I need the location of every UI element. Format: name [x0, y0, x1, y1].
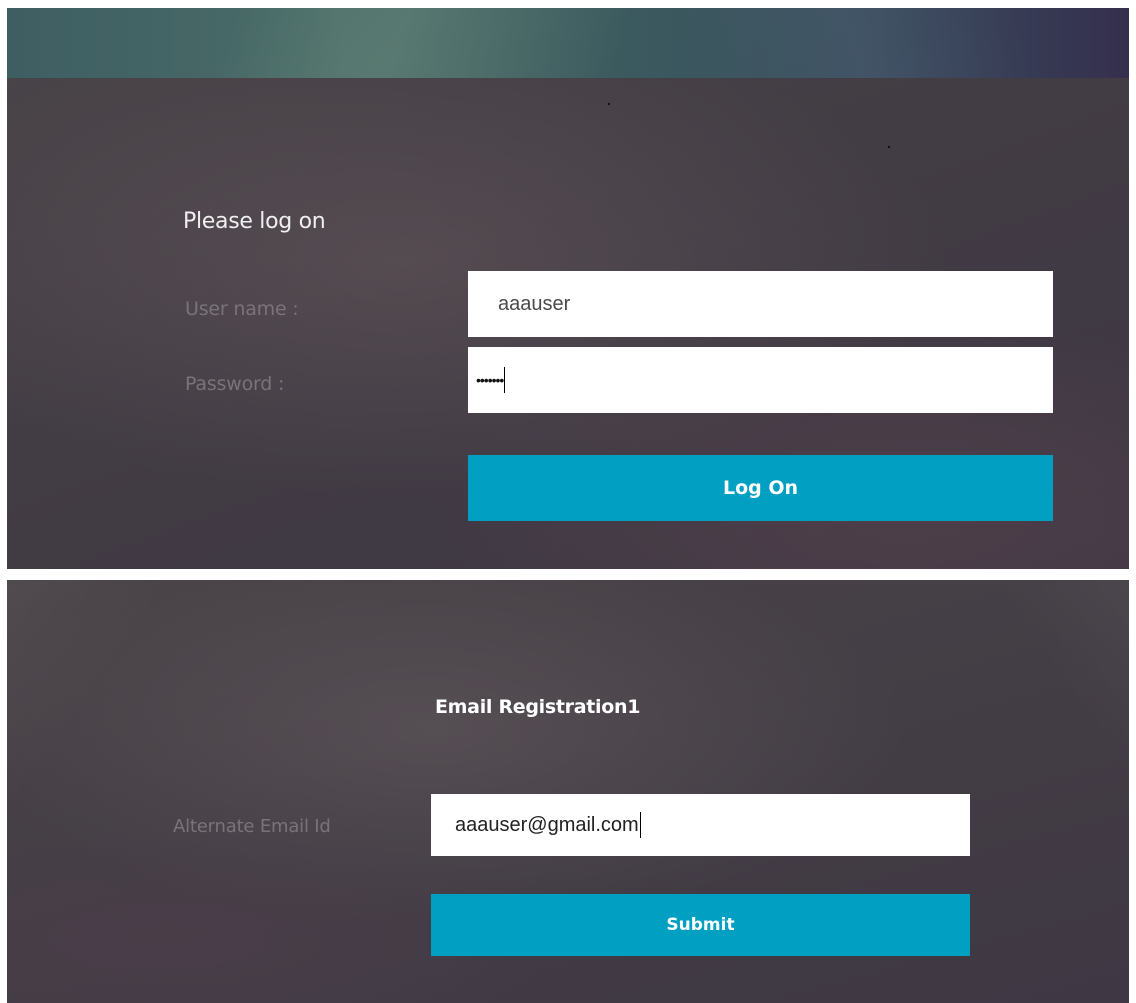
background-speck: [888, 146, 890, 148]
logon-title: Please log on: [183, 209, 326, 234]
text-caret: [639, 812, 641, 838]
username-label: User name :: [185, 298, 299, 320]
header-banner: [7, 8, 1129, 78]
email-registration-title: Email Registration1: [435, 696, 641, 718]
log-on-button[interactable]: Log On: [468, 455, 1053, 521]
alternate-email-label: Alternate Email Id: [173, 816, 331, 837]
alternate-email-value: aaauser@gmail.com: [455, 813, 639, 836]
background-speck: [608, 103, 610, 105]
password-input[interactable]: •••••••: [468, 347, 1053, 413]
password-label: Password :: [185, 373, 285, 395]
text-caret: [504, 367, 506, 393]
logon-panel: Please log on User name : aaauser Passwo…: [7, 8, 1129, 569]
submit-button-label: Submit: [666, 915, 735, 935]
username-value: aaauser: [498, 292, 571, 315]
email-registration-panel: Email Registration1 Alternate Email Id a…: [7, 580, 1129, 1003]
log-on-button-label: Log On: [722, 477, 799, 499]
alternate-email-input[interactable]: aaauser@gmail.com: [431, 794, 970, 856]
password-value: •••••••: [476, 372, 504, 388]
submit-button[interactable]: Submit: [431, 894, 970, 956]
username-input[interactable]: aaauser: [468, 271, 1053, 337]
